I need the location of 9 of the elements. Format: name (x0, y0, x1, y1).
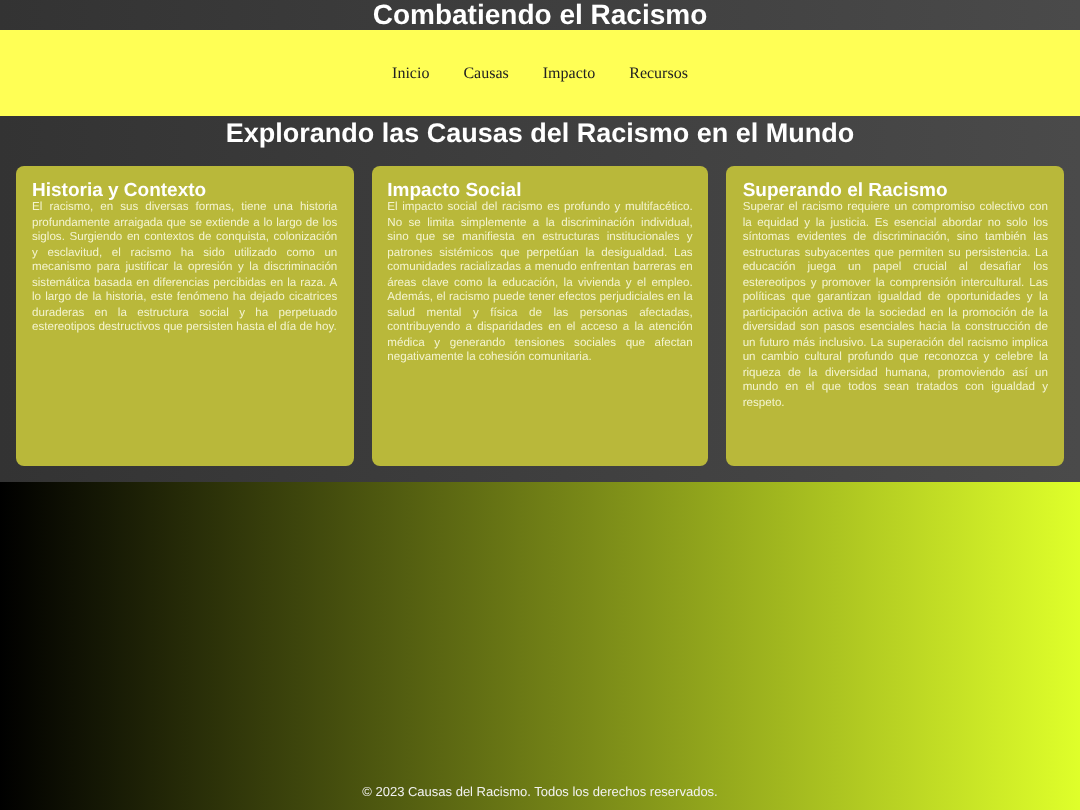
nav-link[interactable]: Inicio (392, 64, 430, 82)
nav-link[interactable]: Causas (463, 64, 509, 82)
section-heading: Explorando las Causas del Racismo en el Mundo (223, 116, 857, 152)
nav-link[interactable]: Recursos (629, 64, 688, 82)
card-title: Superando el Racismo (742, 182, 948, 202)
card-title: Historia y Contexto (32, 182, 207, 202)
site-title: Combatiendo el Racismo (372, 0, 708, 30)
nav-link[interactable]: Impacto (542, 64, 596, 82)
card-title: Impacto Social (387, 182, 522, 202)
